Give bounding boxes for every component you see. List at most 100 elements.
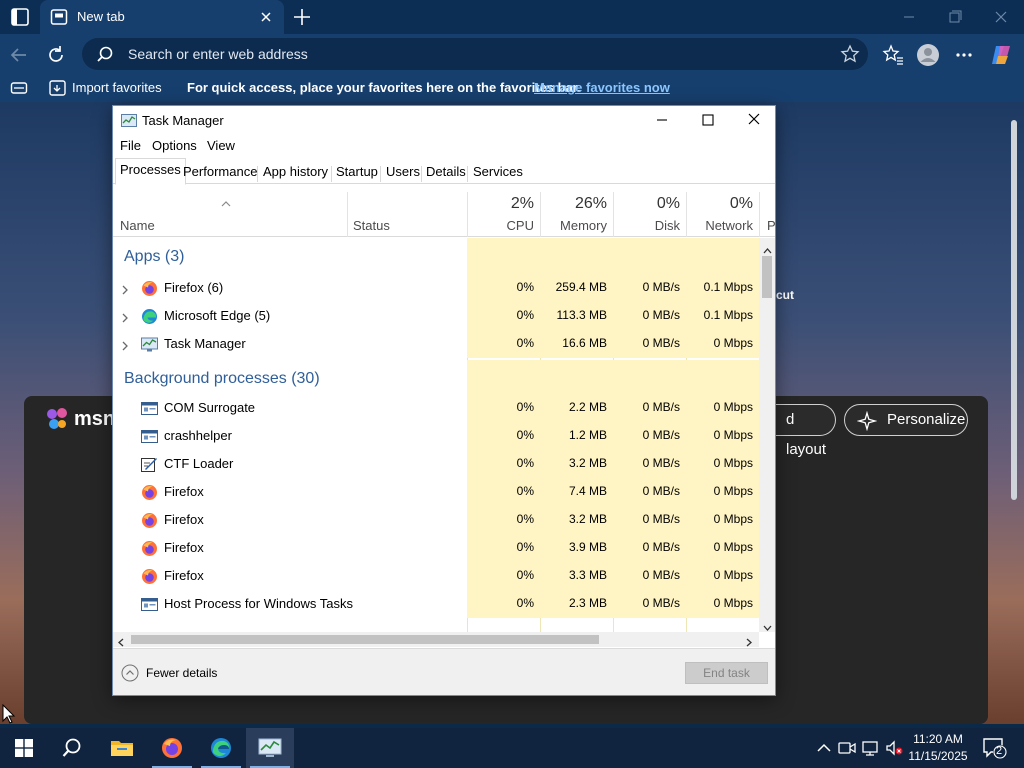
- scroll-right-arrow-icon[interactable]: [745, 635, 753, 647]
- process-row[interactable]: Firefox 0% 3.9 MB 0 MB/s 0 Mbps: [113, 534, 759, 562]
- process-row[interactable]: Microsoft Edge (5) 0% 113.3 MB 0 MB/s 0.1 Mb…: [113, 302, 759, 330]
- tab-users[interactable]: Users: [382, 162, 424, 184]
- process-row[interactable]: Firefox 0% 3.2 MB 0 MB/s 0 Mbps: [113, 506, 759, 534]
- process-disk: 0 MB/s: [642, 400, 680, 414]
- usage-highlight: [613, 238, 686, 274]
- close-tab-icon[interactable]: [256, 7, 276, 27]
- profile-avatar-icon[interactable]: [915, 42, 941, 68]
- refresh-icon[interactable]: [43, 42, 69, 68]
- process-row[interactable]: Firefox (6) 0% 259.4 MB 0 MB/s 0.1 Mbps: [113, 274, 759, 302]
- meet-now-icon[interactable]: [837, 738, 857, 758]
- maximize-icon[interactable]: [685, 106, 731, 134]
- copilot-icon[interactable]: [988, 42, 1014, 68]
- menu-file[interactable]: File: [120, 138, 141, 153]
- tab-startup[interactable]: Startup: [332, 162, 382, 184]
- layout-button[interactable]: d layout: [772, 404, 836, 458]
- fewer-details-button[interactable]: Fewer details: [146, 666, 217, 680]
- network-icon[interactable]: [861, 738, 881, 758]
- tab-details[interactable]: Details: [422, 162, 470, 184]
- show-hidden-icons-chevron-icon[interactable]: [814, 738, 834, 758]
- minimize-browser-icon[interactable]: [886, 4, 932, 30]
- start-button[interactable]: [0, 728, 48, 768]
- address-bar[interactable]: [82, 38, 868, 70]
- firefox-icon: [141, 484, 158, 501]
- scroll-left-arrow-icon[interactable]: [117, 635, 125, 647]
- notification-count: 2: [996, 745, 1003, 757]
- column-network[interactable]: Network: [686, 218, 753, 233]
- tab-services[interactable]: Services: [469, 162, 527, 184]
- process-disk: 0 MB/s: [642, 512, 680, 526]
- msn-logo[interactable]: msn: [46, 406, 115, 432]
- expand-chevron-icon[interactable]: [121, 283, 129, 295]
- close-icon[interactable]: [731, 106, 777, 134]
- process-memory: 1.2 MB: [568, 428, 607, 442]
- process-memory: 3.2 MB: [568, 456, 607, 470]
- taskbar-firefox[interactable]: [148, 728, 196, 768]
- process-row[interactable]: Firefox 0% 3.3 MB 0 MB/s 0 Mbps: [113, 562, 759, 590]
- import-favorites-button[interactable]: Import favorites: [72, 80, 162, 95]
- system-clock[interactable]: 11:20 AM 11/15/2025: [900, 731, 976, 765]
- column-memory[interactable]: Memory: [540, 218, 607, 233]
- tab-performance[interactable]: Performance: [179, 162, 261, 184]
- favorites-icon[interactable]: [880, 42, 906, 68]
- tab-processes[interactable]: Processes: [115, 158, 186, 185]
- column-status[interactable]: Status: [353, 218, 390, 233]
- column-power-partial[interactable]: P: [767, 218, 776, 233]
- process-row[interactable]: COM Surrogate 0% 2.2 MB 0 MB/s 0 Mbps: [113, 394, 759, 422]
- horizontal-scrollbar-thumb[interactable]: [131, 635, 599, 644]
- tab-actions-icon[interactable]: [8, 6, 32, 28]
- taskbar-file-explorer[interactable]: [98, 728, 146, 768]
- process-memory: 3.3 MB: [568, 568, 607, 582]
- address-input[interactable]: [128, 38, 808, 70]
- column-divider[interactable]: [759, 192, 760, 237]
- close-browser-icon[interactable]: [978, 4, 1024, 30]
- scroll-up-arrow-icon[interactable]: [763, 243, 772, 254]
- process-disk: 0 MB/s: [642, 280, 680, 294]
- firefox-icon: [162, 738, 182, 758]
- menu-view[interactable]: View: [207, 138, 235, 153]
- personalize-button[interactable]: Personalize: [844, 404, 968, 436]
- restore-browser-icon[interactable]: [932, 4, 978, 30]
- chevron-up-circle-icon[interactable]: [121, 664, 139, 682]
- column-name[interactable]: Name: [120, 218, 155, 233]
- expand-chevron-icon[interactable]: [121, 311, 129, 323]
- add-favorite-star-icon[interactable]: [840, 44, 860, 64]
- column-disk[interactable]: Disk: [613, 218, 680, 233]
- browser-tab-new-tab[interactable]: New tab: [40, 0, 284, 34]
- new-tab-plus-icon[interactable]: [290, 5, 314, 29]
- taskbar-edge[interactable]: [197, 728, 245, 768]
- taskbar-task-manager[interactable]: [246, 728, 294, 768]
- taskbar-search-button[interactable]: [48, 728, 96, 768]
- vertical-scrollbar-thumb[interactable]: [762, 256, 772, 298]
- favorites-bar-toggle-icon[interactable]: [10, 79, 28, 97]
- sort-ascending-icon[interactable]: [221, 196, 231, 207]
- page-scrollbar[interactable]: [1008, 106, 1020, 720]
- tab-title: New tab: [77, 9, 125, 24]
- tab-app-history[interactable]: App history: [259, 162, 332, 184]
- process-row[interactable]: Host Process for Windows Tasks 0% 2.3 MB 0 …: [113, 590, 759, 618]
- scroll-down-arrow-icon[interactable]: [763, 620, 772, 631]
- process-row[interactable]: Task Manager 0% 16.6 MB 0 MB/s 0 Mbps: [113, 330, 759, 358]
- windows-logo-icon: [15, 739, 33, 757]
- settings-more-icon[interactable]: [951, 42, 977, 68]
- process-row[interactable]: CTF Loader 0% 3.2 MB 0 MB/s 0 Mbps: [113, 450, 759, 478]
- expand-chevron-icon[interactable]: [121, 339, 129, 351]
- page-scrollbar-thumb[interactable]: [1011, 120, 1017, 500]
- column-divider[interactable]: [347, 192, 348, 237]
- usage-highlight: [686, 360, 759, 396]
- column-cpu[interactable]: CPU: [467, 218, 534, 233]
- firefox-icon: [141, 280, 158, 297]
- minimize-icon[interactable]: [639, 106, 685, 134]
- process-row[interactable]: Firefox 0% 7.4 MB 0 MB/s 0 Mbps: [113, 478, 759, 506]
- group-background-header: Background processes (30): [113, 360, 759, 396]
- horizontal-scrollbar[interactable]: [113, 632, 759, 647]
- process-row[interactable]: crashhelper 0% 1.2 MB 0 MB/s 0 Mbps: [113, 422, 759, 450]
- menu-options[interactable]: Options: [152, 138, 197, 153]
- import-favorites-icon[interactable]: [48, 78, 68, 98]
- end-task-button[interactable]: End task: [685, 662, 768, 684]
- back-arrow-icon[interactable]: [6, 42, 32, 68]
- manage-favorites-link[interactable]: Manage favorites now: [534, 80, 670, 95]
- process-memory: 2.2 MB: [568, 400, 607, 414]
- notification-center-icon[interactable]: 2: [982, 736, 1008, 760]
- vertical-scrollbar[interactable]: [759, 238, 775, 632]
